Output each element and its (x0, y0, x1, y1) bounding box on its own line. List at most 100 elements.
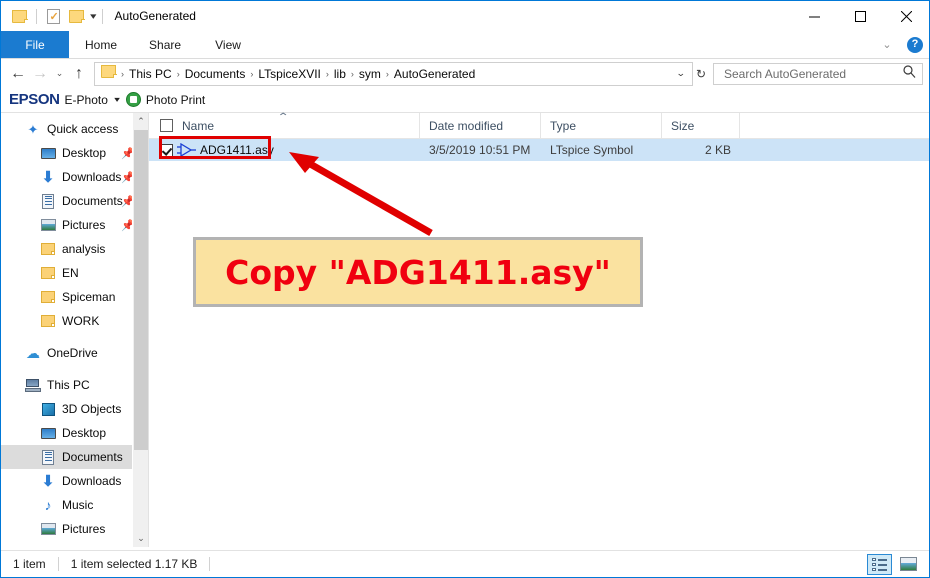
tab-home[interactable]: Home (69, 31, 133, 58)
chevron-down-icon[interactable]: ▾ (87, 11, 99, 22)
sidebar-item-label: Desktop (62, 426, 107, 440)
column-header-size[interactable]: Size (662, 113, 740, 138)
sidebar-item-pictures-qa[interactable]: Pictures 📌 (1, 213, 149, 237)
sidebar-item-label: Documents (62, 450, 123, 464)
breadcrumb-separator-4[interactable]: › (349, 69, 356, 79)
refresh-icon[interactable]: ↻ (696, 67, 713, 81)
status-left-group: 1 item 1 item selected 1.17 KB (1, 557, 222, 571)
table-row[interactable]: ADG1411.asy 3/5/2019 10:51 PM LTspice Sy… (149, 136, 929, 161)
sidebar-item-documents-pc[interactable]: Documents (1, 445, 149, 469)
window-title: AutoGenerated (114, 9, 196, 23)
sidebar-item-label: This PC (47, 378, 90, 392)
breadcrumb-item-autogenerated[interactable]: AutoGenerated (391, 67, 478, 81)
sidebar-item-music[interactable]: ♪ Music (1, 493, 149, 517)
breadcrumb: › This PC › Documents › LTspiceXVII › li… (95, 64, 670, 83)
properties-icon[interactable]: ✓ (41, 4, 65, 28)
sidebar-item-quick-access[interactable]: ✦ Quick access (1, 117, 149, 141)
sidebar-item-label: Desktop (62, 146, 107, 160)
sidebar-scrollbar[interactable]: ⌃ ⌄ (132, 113, 149, 547)
sidebar-item-work[interactable]: WORK (1, 309, 149, 333)
explorer-body: ✦ Quick access Desktop 📌 ⬇ Downloads 📌 D… (1, 112, 929, 547)
scrollbar-thumb[interactable] (134, 130, 148, 450)
breadcrumb-separator-1[interactable]: › (175, 69, 182, 79)
scroll-down-icon[interactable]: ⌄ (133, 530, 149, 547)
ribbon-tabs: File Home Share View (1, 31, 929, 58)
tab-view[interactable]: View (197, 31, 259, 58)
sidebar-item-desktop-qa[interactable]: Desktop 📌 (1, 141, 149, 165)
sidebar-item-pictures-pc[interactable]: Pictures (1, 517, 149, 541)
folder-icon (40, 289, 56, 305)
new-folder-icon[interactable] (65, 4, 89, 28)
sidebar-item-spiceman[interactable]: Spiceman (1, 285, 149, 309)
photo-print-icon[interactable] (125, 92, 141, 107)
close-button[interactable] (883, 1, 929, 31)
search-icon[interactable] (903, 64, 916, 83)
sidebar-item-desktop-pc[interactable]: Desktop (1, 421, 149, 445)
maximize-button[interactable] (837, 1, 883, 31)
view-mode-buttons (867, 553, 921, 575)
breadcrumb-item-lib[interactable]: lib (331, 67, 349, 81)
sidebar-item-label: Documents (62, 194, 123, 208)
help-icon[interactable]: ? (907, 36, 923, 53)
address-bar[interactable]: › This PC › Documents › LTspiceXVII › li… (94, 61, 695, 86)
sidebar-item-label: EN (62, 266, 79, 280)
sidebar-item-this-pc[interactable]: This PC (1, 373, 149, 397)
sidebar-item-onedrive[interactable]: ☁ OneDrive (1, 341, 149, 365)
search-input[interactable] (722, 65, 896, 82)
epson-logo: EPSON (9, 91, 60, 108)
column-header-type[interactable]: Type (541, 113, 662, 138)
sidebar-item-label: OneDrive (47, 346, 98, 360)
select-all-checkbox[interactable] (160, 119, 173, 132)
sidebar-item-en[interactable]: EN (1, 261, 149, 285)
column-header-label: Size (671, 118, 695, 133)
tab-share[interactable]: Share (133, 31, 197, 58)
up-button[interactable]: ↑ (68, 62, 90, 86)
tab-file[interactable]: File (1, 31, 69, 58)
window-controls (791, 1, 929, 31)
file-date-cell: 3/5/2019 10:51 PM (429, 143, 531, 157)
minimize-button[interactable] (791, 1, 837, 31)
breadcrumb-separator-0[interactable]: › (119, 69, 126, 79)
column-header-label: Name (182, 118, 215, 133)
breadcrumb-separator-5[interactable]: › (384, 69, 391, 79)
sidebar-item-3d-objects[interactable]: 3D Objects (1, 397, 149, 421)
back-button[interactable]: ← (7, 62, 29, 86)
epson-photo-print-button[interactable]: Photo Print (146, 93, 205, 107)
folder-icon (40, 313, 56, 329)
item-count-label: 1 item (13, 557, 46, 571)
chevron-down-icon[interactable]: ▾ (111, 95, 122, 104)
chevron-down-icon[interactable]: ⌄ (879, 38, 895, 51)
column-header-date-modified[interactable]: Date modified (420, 113, 541, 138)
details-view-button[interactable] (867, 553, 892, 575)
sidebar-item-label: Quick access (47, 122, 119, 136)
ribbon-right-controls: ⌄ ? (879, 31, 923, 58)
search-box[interactable] (713, 62, 923, 85)
recent-locations-icon[interactable]: ⌄ (51, 62, 68, 86)
breadcrumb-item-this-pc[interactable]: This PC (126, 67, 175, 81)
breadcrumb-separator-2[interactable]: › (248, 69, 255, 79)
epson-toolbar: EPSON E-Photo ▾ Photo Print (1, 88, 929, 112)
sidebar-item-downloads-qa[interactable]: ⬇ Downloads 📌 (1, 165, 149, 189)
file-name-cell[interactable]: ADG1411.asy (149, 136, 420, 161)
sidebar-item-analysis[interactable]: analysis (1, 237, 149, 261)
breadcrumb-item-ltspicexvii[interactable]: LTspiceXVII (255, 67, 323, 81)
row-checkbox[interactable] (160, 143, 173, 157)
file-list-pane: Name Date modified Type Size ⌃ ADG1411.a… (149, 112, 929, 547)
folder-icon[interactable] (8, 4, 32, 28)
ribbon-tab-strip: File Home Share View ⌄ ? (1, 31, 929, 59)
address-dropdown-icon[interactable]: ⌄ (667, 68, 695, 79)
large-icons-view-button[interactable] (896, 554, 921, 575)
sidebar-item-label: Downloads (62, 170, 122, 184)
breadcrumb-separator-3[interactable]: › (324, 69, 331, 79)
epson-ephoto-button[interactable]: E-Photo (65, 93, 108, 107)
cloud-icon: ☁ (26, 345, 40, 361)
sidebar-item-documents-qa[interactable]: Documents 📌 (1, 189, 149, 213)
forward-button[interactable]: → (29, 62, 51, 86)
ltspice-symbol-icon (177, 142, 197, 158)
sidebar-item-downloads-pc[interactable]: ⬇ Downloads (1, 469, 149, 493)
breadcrumb-item-documents[interactable]: Documents (182, 67, 249, 81)
scroll-up-icon[interactable]: ⌃ (133, 113, 149, 130)
sidebar-item-label: WORK (62, 314, 100, 328)
breadcrumb-item-sym[interactable]: sym (356, 67, 384, 81)
cube-icon (40, 401, 56, 417)
